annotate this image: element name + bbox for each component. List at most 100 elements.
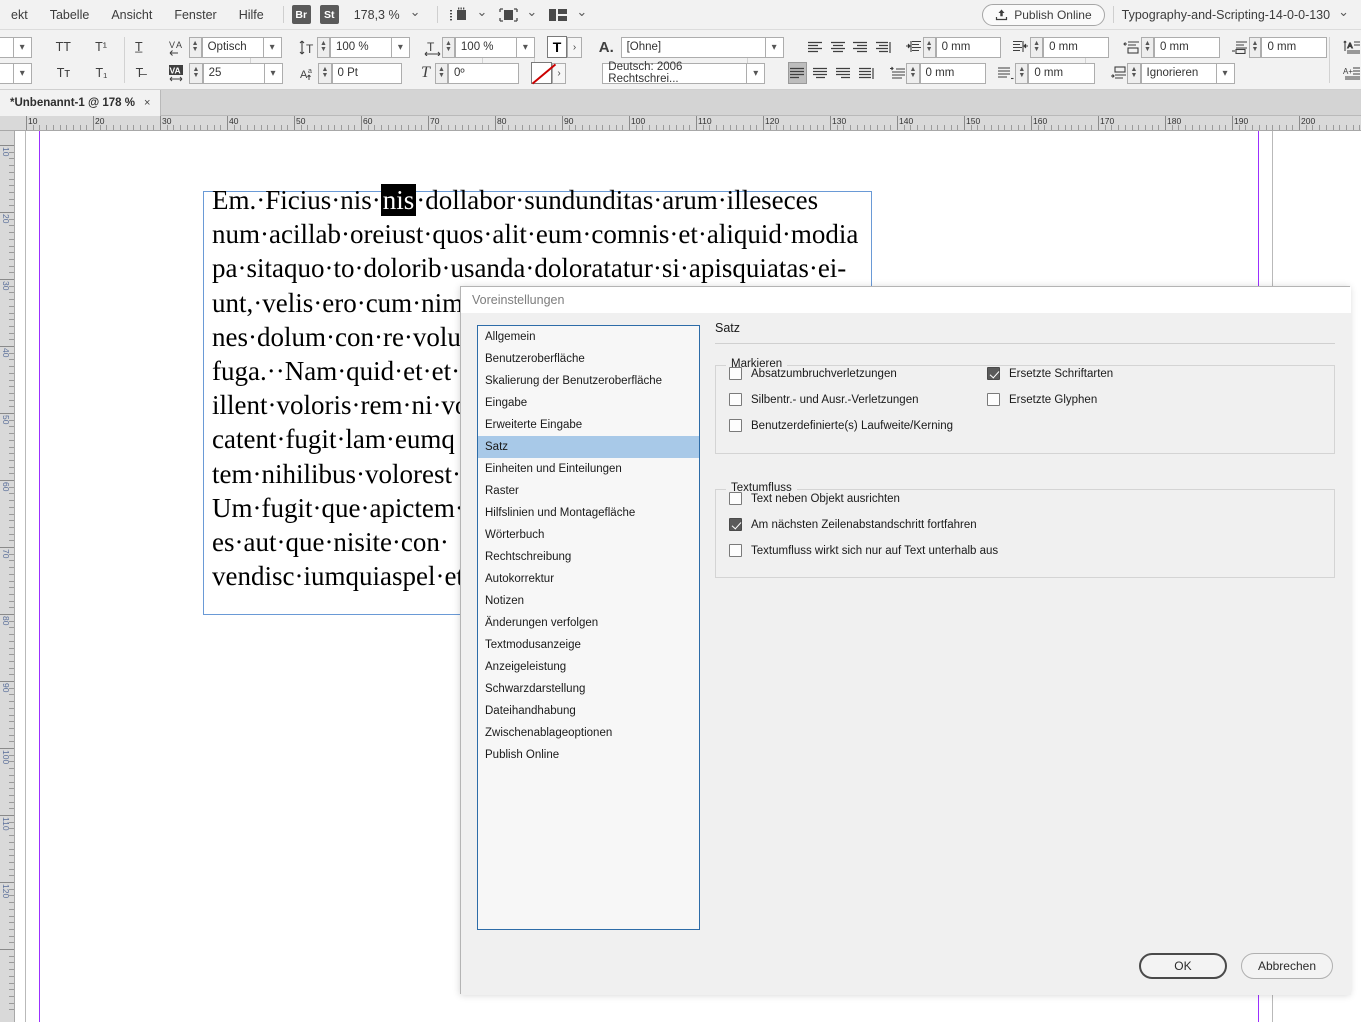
first-line-indent-value[interactable]: 0 mm [1261, 36, 1328, 58]
checkbox-box[interactable] [729, 367, 742, 380]
font-size-combo[interactable]: ▾ [0, 36, 32, 58]
justify-center-button[interactable] [811, 62, 830, 84]
paragraph-style-combo[interactable]: [Ohne] ▾ [620, 36, 784, 58]
menu-item-fenster[interactable]: Fenster [163, 0, 227, 30]
checkbox-box[interactable] [987, 393, 1000, 406]
cancel-button[interactable]: Abbrechen [1240, 953, 1333, 979]
checkbox-benutzerdefinierte-laufweite-kerning[interactable]: Benutzerdefinierte(s) Laufweite/Kerning [729, 419, 953, 432]
right-indent-2-value[interactable]: 0 mm [1028, 62, 1095, 84]
menu-item-hilfe[interactable]: Hilfe [228, 0, 275, 30]
horizontal-scale-stepper[interactable]: ▲ ▼ [441, 36, 455, 58]
tracking-combo[interactable]: 25 ▾ [202, 62, 283, 84]
ok-button[interactable]: OK [1138, 953, 1227, 979]
vertical-scale-stepper[interactable]: ▲ ▼ [316, 36, 330, 58]
category-item-notizen[interactable]: Notizen [478, 590, 699, 612]
space-before-value[interactable]: 0 mm [1153, 36, 1220, 58]
category-item-hilfslinien-und-montagefl-che[interactable]: Hilfslinien und Montagefläche [478, 502, 699, 524]
view-options-icon[interactable] [499, 7, 519, 23]
fill-color-swatch[interactable]: T [546, 36, 568, 58]
leading-combo[interactable]: ▾ [0, 62, 32, 84]
superscript-button[interactable]: T¹ [90, 37, 112, 57]
subscript-button[interactable]: T₁ [90, 63, 112, 83]
checkbox-ersetzte-glyphen[interactable]: Ersetzte Glyphen [987, 393, 1097, 406]
left-indent-stepper[interactable]: ▲ ▼ [922, 36, 936, 58]
checkbox-box[interactable] [729, 518, 742, 531]
justify-right-button[interactable] [834, 62, 853, 84]
category-item-rechtschreibung[interactable]: Rechtschreibung [478, 546, 699, 568]
align-baseline-grid-icon[interactable]: A [1343, 36, 1361, 58]
skew-stepper[interactable]: ▲ ▼ [434, 62, 448, 84]
category-item-satz[interactable]: Satz [478, 436, 699, 458]
zoom-level-value[interactable]: 178,3 % [354, 8, 400, 22]
right-indent-stepper[interactable]: ▲ ▼ [1030, 36, 1044, 58]
hyphenation-value[interactable]: Ignorieren [1140, 62, 1217, 84]
checkbox-text-neben-objekt-ausrichten[interactable]: Text neben Objekt ausrichten [729, 492, 900, 505]
align-left-button[interactable] [806, 36, 825, 58]
left-indent-2-stepper[interactable]: ▲ ▼ [906, 62, 920, 84]
vertical-scale-combo[interactable]: 100 % ▾ [329, 36, 410, 58]
screen-mode-chevron-down-icon[interactable] [469, 9, 496, 20]
checkbox-am-naechsten-zeilenabstandschritt-fortfahren[interactable]: Am nächsten Zeilenabstandschritt fortfah… [729, 518, 977, 531]
category-item-allgemein[interactable]: Allgemein [478, 326, 699, 348]
menu-item-tabelle[interactable]: Tabelle [39, 0, 101, 30]
document-tab[interactable]: *Unbenannt-1 @ 178 % × [0, 90, 162, 116]
small-caps-button[interactable]: Tᴛ [52, 63, 74, 83]
underline-button[interactable]: T̲ [128, 37, 150, 57]
workspace-chevron-down-icon[interactable] [1330, 9, 1361, 20]
justify-all-button[interactable] [857, 62, 876, 84]
document-text-line[interactable]: Em.·Ficius·nis·nis·dollabor·sundunditas·… [212, 183, 884, 217]
checkbox-box[interactable] [987, 367, 1000, 380]
checkbox-absatzumbruchverletzungen[interactable]: Absatzumbruchverletzungen [729, 367, 897, 380]
all-caps-button[interactable]: TT [52, 37, 74, 57]
tracking-stepper[interactable]: ▲ ▼ [189, 62, 203, 84]
category-item-autokorrektur[interactable]: Autokorrektur [478, 568, 699, 590]
category-item-anzeigeleistung[interactable]: Anzeigeleistung [478, 656, 699, 678]
workspace-name[interactable]: Typography-and-Scripting-14-0-0-130 [1122, 8, 1330, 22]
category-item-zwischenablageoptionen[interactable]: Zwischenablageoptionen [478, 722, 699, 744]
language-value[interactable]: Deutsch: 2006 Rechtschrei... [602, 61, 748, 85]
vertical-ruler[interactable]: 10 20 30 40 50 60 70 80 90 100 110 120 [0, 131, 15, 1022]
close-icon[interactable]: × [144, 97, 150, 109]
checkbox-box[interactable] [729, 393, 742, 406]
justify-left-button[interactable] [787, 62, 807, 84]
category-item-schwarzdarstellung[interactable]: Schwarzdarstellung [478, 678, 699, 700]
stock-icon[interactable]: St [319, 5, 339, 24]
paragraph-style-value[interactable]: [Ohne] [620, 36, 766, 58]
zoom-chevron-down-icon[interactable] [402, 9, 429, 20]
tracking-value[interactable]: 25 [202, 62, 265, 84]
category-item-raster[interactable]: Raster [478, 480, 699, 502]
category-item-nderungen-verfolgen[interactable]: Änderungen verfolgen [478, 612, 699, 634]
checkbox-box[interactable] [729, 544, 742, 557]
screen-mode-icon[interactable] [449, 7, 469, 23]
justify-last-right-button[interactable] [874, 36, 893, 58]
menu-item-0[interactable]: ekt [0, 0, 39, 30]
checkbox-textumfluss-nur-text-unterhalb[interactable]: Textumfluss wirkt sich nur auf Text unte… [729, 544, 998, 557]
right-indent-2-stepper[interactable]: ▲ ▼ [1015, 62, 1029, 84]
category-item-skalierung-der-benutzeroberfl-che[interactable]: Skalierung der Benutzeroberfläche [478, 370, 699, 392]
category-item-einheiten-und-einteilungen[interactable]: Einheiten und Einteilungen [478, 458, 699, 480]
kerning-stepper[interactable]: ▲ ▼ [188, 36, 202, 58]
view-options-chevron-down-icon[interactable] [518, 9, 545, 20]
category-item-w-rterbuch[interactable]: Wörterbuch [478, 524, 699, 546]
checkbox-box[interactable] [729, 419, 742, 432]
category-item-textmodusanzeige[interactable]: Textmodusanzeige [478, 634, 699, 656]
document-text-line[interactable]: pa·sitaquo·to·dolorib·usanda·doloratatur… [212, 251, 884, 285]
space-after-stepper[interactable]: ▲ ▼ [1127, 62, 1141, 84]
add-bullet-numbering-icon[interactable]: A+ [1342, 62, 1361, 84]
kerning-value[interactable]: Optisch [201, 36, 264, 58]
horizontal-scale-value[interactable]: 100 % [454, 36, 517, 58]
checkbox-silbentrennung-ausrichtung[interactable]: Silbentr.- und Ausr.-Verletzungen [729, 393, 919, 406]
language-combo[interactable]: Deutsch: 2006 Rechtschrei... ▾ [602, 61, 766, 85]
arrange-chevron-down-icon[interactable] [568, 9, 595, 20]
fill-swatch-expand-button[interactable]: › [567, 36, 582, 58]
kerning-combo[interactable]: Optisch ▾ [201, 36, 282, 58]
selected-text-run[interactable]: nis [380, 184, 417, 216]
category-item-benutzeroberfl-che[interactable]: Benutzeroberfläche [478, 348, 699, 370]
baseline-shift-stepper[interactable]: ▲ ▼ [318, 62, 332, 84]
stroke-color-swatch[interactable] [530, 62, 552, 84]
document-text-line[interactable]: num·acillab·oreiust·quos·alit·eum·comnis… [212, 217, 884, 251]
vertical-scale-value[interactable]: 100 % [329, 36, 392, 58]
publish-online-button[interactable]: Publish Online [982, 3, 1105, 26]
horizontal-ruler[interactable]: 10 20 30 40 50 60 70 80 90 100 110 120 130 140 150 160 1… [0, 116, 1361, 131]
align-right-button[interactable] [851, 36, 870, 58]
